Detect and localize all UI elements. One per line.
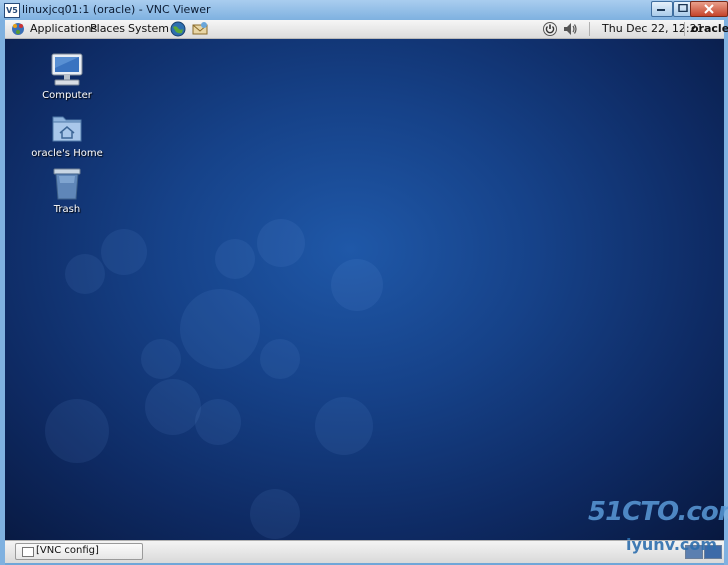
top-panel: Applications Places System Thu Dec 22, 1… (5, 20, 728, 39)
vnc-viewer-icon: V5 (4, 3, 20, 18)
desktop-icon-label: oracle's Home (31, 148, 103, 159)
close-button[interactable] (690, 1, 728, 17)
window-frame-right (724, 20, 728, 565)
desktop-icon-trash[interactable]: Trash (27, 167, 107, 215)
mail-client-icon[interactable] (192, 21, 208, 37)
watermark-iyunv: iyunv.com (626, 535, 718, 554)
desktop-icon-home[interactable]: oracle's Home (27, 111, 107, 159)
applications-logo-icon (12, 23, 24, 35)
desktop-icon-computer[interactable]: Computer (27, 53, 107, 101)
desktop-icon-label: Computer (42, 90, 92, 101)
taskbar-item-label: [VNC config] (36, 545, 99, 556)
home-folder-icon (52, 116, 82, 142)
menu-system[interactable]: System (128, 22, 169, 35)
minimize-button[interactable] (651, 1, 673, 17)
window-title: linuxjcq01:1 (oracle) - VNC Viewer (22, 3, 211, 16)
menu-places[interactable]: Places (90, 22, 125, 35)
computer-icon (51, 53, 83, 86)
watermark: 51CTO.com iyunv.com (588, 497, 728, 555)
window-titlebar: V5 linuxjcq01:1 (oracle) - VNC Viewer (0, 0, 728, 21)
minimize-icon (657, 9, 665, 11)
clock[interactable]: Thu Dec 22, 12:21 (602, 22, 704, 35)
desktop-icon-label: Trash (53, 204, 81, 215)
web-browser-icon[interactable] (170, 21, 186, 37)
close-icon (704, 4, 714, 14)
user-menu[interactable]: oracle (691, 22, 728, 35)
trash-icon (53, 168, 81, 200)
watermark-51cto: 51CTO.com (588, 497, 728, 527)
taskbar-item-vnc-config[interactable]: [VNC config] (15, 543, 143, 560)
menu-applications[interactable]: Applications (30, 22, 97, 35)
power-icon[interactable] (542, 21, 558, 37)
volume-icon[interactable] (562, 21, 578, 37)
panel-separator (589, 22, 590, 36)
maximize-icon (678, 4, 688, 12)
panel-separator (684, 22, 685, 36)
window-icon (22, 547, 34, 557)
desktop: Computer oracle's Home Trash (5, 39, 724, 540)
